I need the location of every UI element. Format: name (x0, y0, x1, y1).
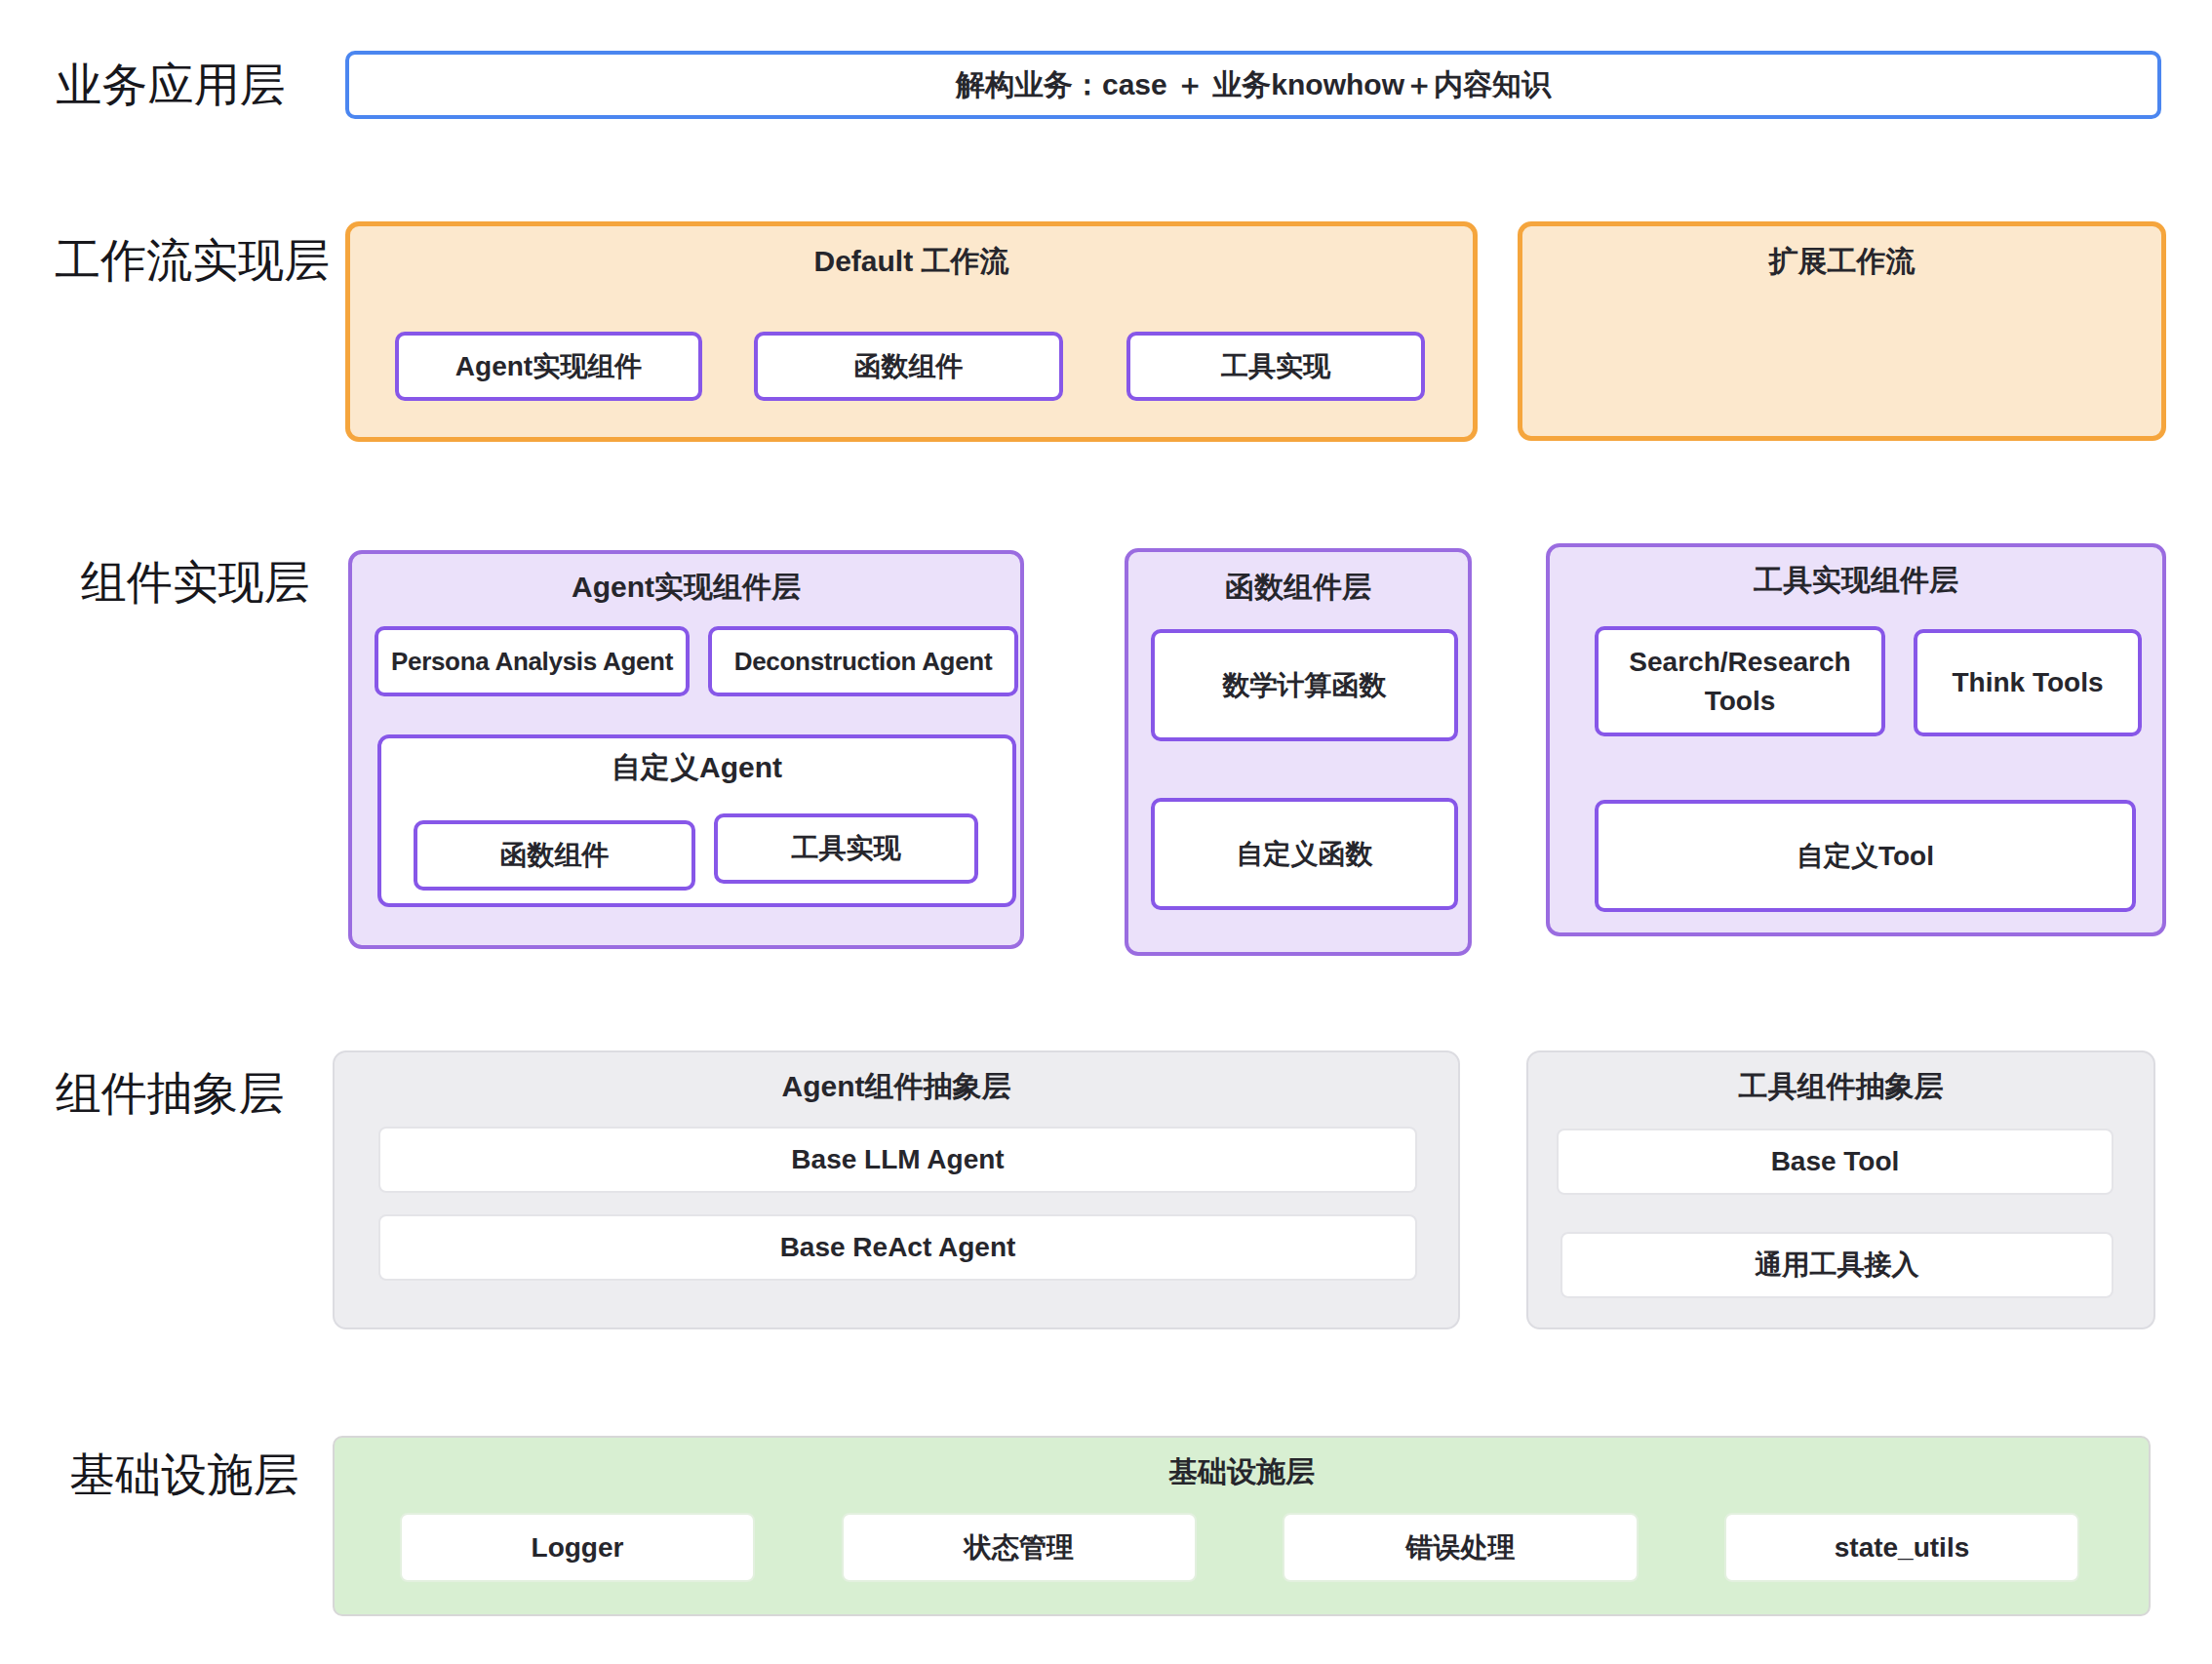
panel-tool-abstract: 工具组件抽象层 Base Tool 通用工具接入 (1526, 1050, 2155, 1329)
architecture-diagram: 业务应用层 工作流实现层 组件实现层 组件抽象层 基础设施层 解构业务：case… (0, 0, 2212, 1664)
panel-extended-workflow: 扩展工作流 (1518, 221, 2166, 441)
chip-state-management: 状态管理 (842, 1513, 1197, 1582)
panel-infra-title: 基础设施层 (335, 1452, 2149, 1492)
panel-tool-abstract-title: 工具组件抽象层 (1528, 1067, 2153, 1107)
chip-persona-analysis-agent: Persona Analysis Agent (375, 626, 690, 696)
chip-custom-agent-tool: 工具实现 (714, 813, 978, 884)
box-custom-agent: 自定义Agent 函数组件 工具实现 (377, 734, 1016, 907)
chip-error-handling: 错误处理 (1283, 1513, 1639, 1582)
panel-agent-impl-group: Agent实现组件层 Persona Analysis Agent Decons… (348, 550, 1024, 949)
panel-tool-group: 工具实现组件层 Search/Research Tools Think Tool… (1546, 543, 2166, 936)
panel-extended-workflow-title: 扩展工作流 (1522, 242, 2161, 282)
panel-infra: 基础设施层 Logger 状态管理 错误处理 state_utils (333, 1436, 2151, 1616)
chip-think-tools: Think Tools (1914, 629, 2142, 736)
chip-base-react-agent: Base ReAct Agent (378, 1214, 1417, 1281)
chip-universal-tool-access: 通用工具接入 (1560, 1232, 2113, 1298)
chip-tool-impl: 工具实现 (1126, 332, 1425, 401)
row-label-business: 业务应用层 (15, 56, 327, 114)
chip-deconstruction-agent: Deconstruction Agent (708, 626, 1018, 696)
chip-function-component: 函数组件 (754, 332, 1063, 401)
box-custom-agent-title: 自定义Agent (381, 748, 1012, 788)
row-label-component-impl: 组件实现层 (39, 553, 351, 612)
panel-agent-abstract: Agent组件抽象层 Base LLM Agent Base ReAct Age… (333, 1050, 1460, 1329)
chip-math-function: 数学计算函数 (1151, 629, 1458, 741)
panel-agent-abstract-title: Agent组件抽象层 (335, 1067, 1458, 1107)
panel-default-workflow-title: Default 工作流 (350, 242, 1473, 282)
chip-state-utils: state_utils (1724, 1513, 2079, 1582)
chip-base-llm-agent: Base LLM Agent (378, 1127, 1417, 1193)
row-label-infra: 基础设施层 (28, 1446, 340, 1504)
chip-custom-tool: 自定义Tool (1595, 800, 2136, 912)
chip-custom-agent-function: 函数组件 (414, 820, 695, 891)
panel-default-workflow: Default 工作流 Agent实现组件 函数组件 工具实现 (345, 221, 1478, 442)
business-banner: 解构业务：case ＋ 业务knowhow＋内容知识 (345, 51, 2161, 119)
chip-search-research-tools: Search/Research Tools (1595, 626, 1885, 736)
panel-function-group-title: 函数组件层 (1128, 568, 1468, 608)
chip-custom-function: 自定义函数 (1151, 798, 1458, 910)
chip-agent-impl-component: Agent实现组件 (395, 332, 702, 401)
panel-function-group: 函数组件层 数学计算函数 自定义函数 (1125, 548, 1472, 956)
chip-base-tool: Base Tool (1557, 1129, 2113, 1195)
row-label-component-abstract: 组件抽象层 (14, 1064, 326, 1123)
chip-logger: Logger (400, 1513, 755, 1582)
row-label-workflow: 工作流实现层 (26, 231, 358, 290)
panel-agent-impl-group-title: Agent实现组件层 (352, 568, 1020, 608)
panel-tool-group-title: 工具实现组件层 (1550, 561, 2162, 601)
